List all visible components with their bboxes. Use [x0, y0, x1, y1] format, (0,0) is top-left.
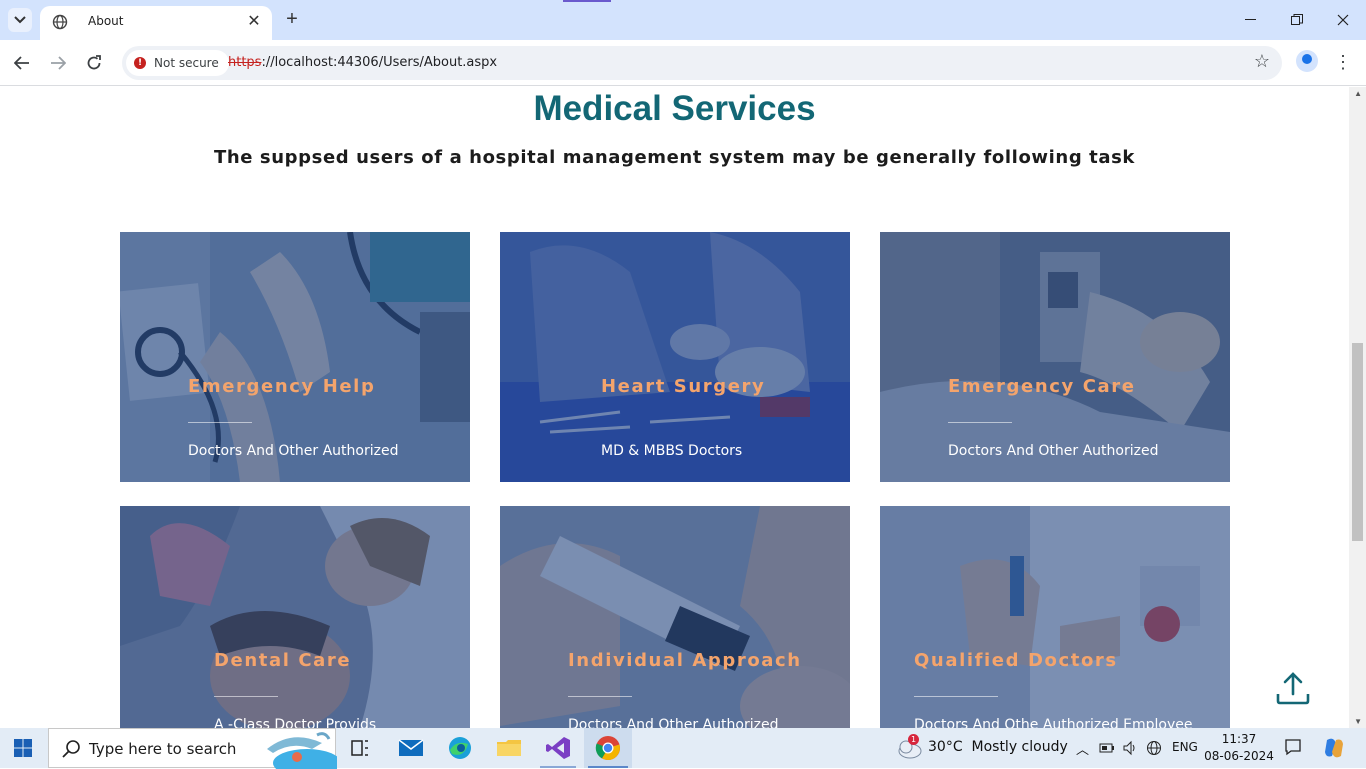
- close-window-icon[interactable]: [1320, 0, 1366, 40]
- windows-start-icon[interactable]: [14, 739, 32, 757]
- copilot-icon[interactable]: [1322, 736, 1346, 760]
- file-explorer-icon[interactable]: [495, 734, 523, 762]
- page-viewport: Medical Services The suppsed users of a …: [0, 87, 1366, 728]
- reload-icon[interactable]: [81, 50, 107, 76]
- service-subtitle: MD & MBBS Doctors: [601, 443, 743, 459]
- url-text[interactable]: https://localhost:44306/Users/About.aspx: [228, 55, 497, 70]
- search-placeholder: Type here to search: [89, 740, 237, 758]
- page-scrollbar[interactable]: ▲ ▼: [1349, 87, 1366, 728]
- weather-temperature: 30°C: [928, 739, 963, 755]
- new-tab-plus-icon[interactable]: +: [280, 8, 304, 32]
- service-title: Heart Surgery: [601, 376, 766, 397]
- card-overlay: [120, 506, 470, 728]
- battery-icon[interactable]: [1099, 741, 1115, 755]
- service-title: Emergency Care: [948, 376, 1136, 397]
- scrollbar-thumb[interactable]: [1352, 343, 1363, 541]
- browser-tab-bar: About ✕ +: [0, 0, 1366, 40]
- service-card-emergency-care[interactable]: Emergency Care Doctors And Other Authori…: [880, 232, 1230, 482]
- scroll-to-top-upload-icon[interactable]: [1275, 670, 1311, 706]
- forward-arrow-icon[interactable]: [45, 50, 71, 76]
- show-hidden-icons-chevron-icon[interactable]: ︿: [1076, 739, 1089, 758]
- warning-icon: !: [134, 57, 146, 69]
- page-title: Medical Services: [533, 89, 816, 128]
- system-clock[interactable]: 11:37 08-06-2024: [1204, 731, 1274, 765]
- service-subtitle: Doctors And Other Authorized: [188, 443, 399, 459]
- scroll-down-arrow-icon[interactable]: ▼: [1354, 717, 1362, 726]
- url-path: ://localhost:44306/Users/About.aspx: [261, 55, 498, 70]
- divider: [188, 422, 252, 423]
- restore-icon[interactable]: [1274, 0, 1320, 40]
- divider: [948, 422, 1012, 423]
- service-subtitle: Doctors And Other Authorized: [948, 443, 1159, 459]
- security-chip[interactable]: ! Not secure: [126, 50, 229, 76]
- edge-browser-icon[interactable]: [446, 734, 474, 762]
- security-label: Not secure: [154, 56, 219, 70]
- task-view-icon[interactable]: [346, 734, 374, 762]
- taskbar-search-box[interactable]: Type here to search: [48, 728, 337, 769]
- globe-icon: [52, 14, 68, 30]
- tab-search-chevron-icon[interactable]: [8, 8, 32, 32]
- language-indicator[interactable]: ENG: [1172, 740, 1198, 754]
- url-scheme: https: [228, 55, 262, 70]
- search-highlight-dolphin-icon: [267, 732, 337, 769]
- service-title: Dental Care: [214, 650, 352, 671]
- address-bar[interactable]: ! Not secure https://localhost:44306/Use…: [122, 46, 1282, 80]
- chrome-icon[interactable]: [594, 734, 622, 762]
- service-subtitle: A -Class Doctor Provids: [214, 717, 377, 728]
- divider: [214, 696, 278, 697]
- notification-icon[interactable]: [1284, 738, 1302, 756]
- clock-time: 11:37: [1221, 732, 1257, 746]
- tab-title: About: [88, 14, 124, 28]
- volume-icon[interactable]: [1122, 740, 1138, 756]
- network-globe-icon[interactable]: [1146, 740, 1162, 756]
- service-title: Qualified Doctors: [914, 650, 1118, 671]
- profile-avatar-icon[interactable]: [1296, 50, 1318, 72]
- divider: [568, 696, 632, 697]
- mail-icon[interactable]: [397, 734, 425, 762]
- scroll-up-arrow-icon[interactable]: ▲: [1354, 89, 1362, 98]
- menu-dots-icon[interactable]: ⋮: [1334, 50, 1352, 74]
- service-subtitle: Doctors And Othe Authorized Employee: [914, 717, 1193, 728]
- browser-tab[interactable]: About ✕: [40, 6, 272, 40]
- service-card-individual-approach[interactable]: Individual Approach Doctors And Other Au…: [500, 506, 850, 728]
- back-arrow-icon[interactable]: [9, 50, 35, 76]
- card-overlay: [880, 506, 1230, 728]
- page-subtitle: The suppsed users of a hospital manageme…: [213, 147, 1136, 168]
- card-overlay: [500, 506, 850, 728]
- minimize-icon[interactable]: [1228, 0, 1274, 40]
- weather-description: Mostly cloudy: [971, 739, 1068, 755]
- service-title: Emergency Help: [188, 376, 376, 397]
- weather-alert-badge: 1: [908, 734, 919, 745]
- tab-strip-accent: [563, 0, 611, 2]
- service-card-emergency-help[interactable]: Emergency Help Doctors And Other Authori…: [120, 232, 470, 482]
- search-icon: [62, 740, 80, 758]
- service-card-qualified-doctors[interactable]: Qualified Doctors Doctors And Othe Autho…: [880, 506, 1230, 728]
- browser-toolbar: ! Not secure https://localhost:44306/Use…: [0, 40, 1366, 86]
- service-card-dental-care[interactable]: Dental Care A -Class Doctor Provids: [120, 506, 470, 728]
- divider: [914, 696, 998, 697]
- tab-close-icon[interactable]: ✕: [244, 12, 264, 32]
- service-subtitle: Doctors And Other Authorized: [568, 717, 779, 728]
- visual-studio-icon[interactable]: [544, 734, 572, 762]
- clock-date: 08-06-2024: [1204, 749, 1274, 763]
- service-card-heart-surgery[interactable]: Heart Surgery MD & MBBS Doctors: [500, 232, 850, 482]
- windows-taskbar: Type here to search 1 30°C Mostly cloudy…: [0, 728, 1366, 769]
- bookmark-star-icon[interactable]: ☆: [1254, 51, 1270, 72]
- service-title: Individual Approach: [568, 650, 802, 671]
